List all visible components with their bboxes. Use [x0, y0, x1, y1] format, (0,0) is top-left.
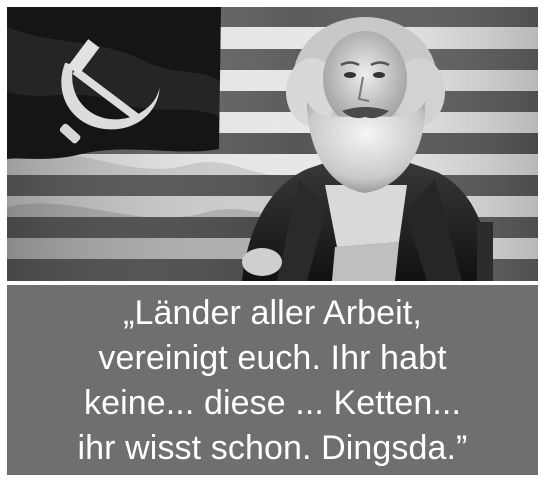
caption-line-1: „Länder aller Arbeit,: [123, 294, 422, 332]
bearded-man-flag-photo: [7, 7, 538, 281]
flag-canton: [7, 7, 221, 159]
caption-box: „Länder aller Arbeit, vereinigt euch. Ih…: [7, 285, 538, 475]
meme-poster: „Länder aller Arbeit, vereinigt euch. Ih…: [0, 0, 545, 482]
caption-line-2: vereinigt euch. Ihr habt: [98, 339, 447, 377]
caption-line-3: keine... diese ... Ketten...: [83, 384, 461, 422]
caption-line-4: ihr wisst schon. Dingsda.”: [77, 429, 468, 467]
photo-illustration: [7, 7, 538, 281]
